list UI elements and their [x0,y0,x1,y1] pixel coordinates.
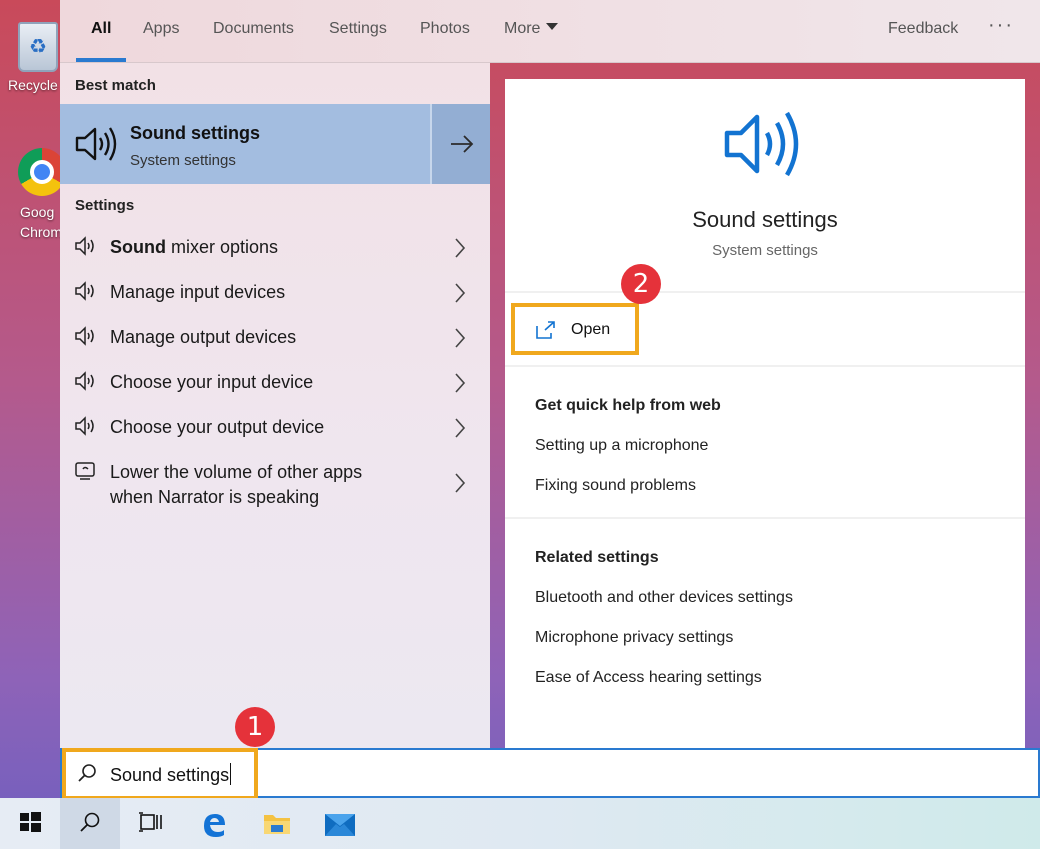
tab-all[interactable]: All [91,20,111,38]
chevron-right-icon [455,418,466,438]
tab-settings[interactable]: Settings [329,20,387,38]
preview-subtitle: System settings [712,242,818,259]
task-view-icon [139,812,162,832]
file-explorer-icon [264,815,290,834]
tab-photos[interactable]: Photos [420,20,470,38]
result-label: Choose your input device [110,372,314,392]
edge-button[interactable] [182,798,242,849]
chevron-right-icon [455,238,466,258]
open-in-preview-button[interactable] [430,104,490,184]
speaker-icon [75,371,94,391]
help-link-microphone[interactable]: Setting up a microphone [535,437,708,455]
preview-actions: Open [505,295,1025,367]
active-tab-indicator [76,58,126,62]
taskbar-search-button[interactable] [60,798,120,849]
start-icon [20,812,41,832]
chevron-right-icon [455,373,466,393]
result-sound-mixer-options[interactable]: Sound mixer options [60,226,490,268]
result-label-line1: Lower the volume of other apps [110,462,363,482]
result-label: Sound mixer options [110,235,278,260]
search-tabs-bar: All Apps Documents Settings Photos More … [60,0,1040,63]
result-choose-input-device[interactable]: Choose your input device [60,361,490,403]
settings-heading: Settings [75,197,135,214]
help-link-sound-problems[interactable]: Fixing sound problems [535,477,696,495]
taskbar [0,798,1040,849]
file-explorer-button[interactable] [244,798,304,849]
result-label-line2: when Narrator is speaking [110,487,320,507]
open-external-icon [536,321,555,339]
chevron-down-icon [546,23,559,30]
result-manage-input-devices[interactable]: Manage input devices [60,271,490,313]
chevron-right-icon [455,473,466,493]
speaker-icon [75,416,94,436]
speaker-icon [75,236,94,256]
result-choose-output-device[interactable]: Choose your output device [60,406,490,448]
step-badge-2: 2 [621,264,661,304]
recycle-bin-icon [18,22,58,72]
chevron-right-icon [455,328,466,348]
result-lower-volume-narrator[interactable]: Lower the volume of other apps when Narr… [60,451,490,513]
mail-button[interactable] [306,798,366,849]
best-match-title: Sound settings [130,123,260,143]
desktop-icon-label: Recycle [8,77,58,93]
mail-icon [325,814,355,836]
quick-help-heading: Get quick help from web [535,397,721,414]
result-label: Manage output devices [110,327,297,347]
related-settings-heading: Related settings [535,549,659,566]
preview-pane: Sound settings System settings Open Get … [505,79,1025,749]
best-match-result[interactable]: Sound settings System settings [60,104,490,184]
related-link-bluetooth[interactable]: Bluetooth and other devices settings [535,589,793,607]
best-match-subtitle: System settings [130,152,236,169]
results-list: Best match Sound settings System setting… [60,63,490,749]
search-box[interactable]: Sound settings [60,748,1040,800]
result-label-rest: mixer options [166,237,279,257]
speaker-icon [75,281,94,301]
desktop-icon-chrome[interactable]: Goog Chrom [0,146,66,242]
tab-more[interactable]: More [504,20,559,38]
desktop-icon-label-line1: Goog [20,204,55,220]
speaker-icon [75,127,117,161]
tab-apps[interactable]: Apps [143,20,179,38]
speaker-icon [75,326,94,346]
search-panel: All Apps Documents Settings Photos More … [60,0,1040,798]
best-match-heading: Best match [75,77,156,94]
chevron-right-icon [455,283,466,303]
result-label-bold: Sound [110,237,166,257]
step-badge-1: 1 [235,707,275,747]
more-options-button[interactable]: ··· [988,14,1014,37]
chrome-icon [18,148,66,196]
related-link-hearing[interactable]: Ease of Access hearing settings [535,669,762,687]
open-button[interactable]: Open [511,303,639,355]
preview-header: Sound settings System settings [505,79,1025,293]
result-label: Manage input devices [110,282,286,302]
start-button[interactable] [0,798,60,849]
edge-icon [204,814,225,837]
quick-help-section: Get quick help from web Setting up a mic… [505,369,1025,519]
task-view-button[interactable] [120,798,180,849]
arrow-right-icon [451,135,474,153]
related-link-microphone-privacy[interactable]: Microphone privacy settings [535,629,733,647]
result-label: Choose your output device [110,417,325,437]
narrator-icon [75,462,95,480]
feedback-button[interactable]: Feedback [888,20,958,38]
open-button-label: Open [571,321,611,338]
search-icon [80,812,100,832]
result-label: Lower the volume of other apps when Narr… [110,460,362,510]
tab-documents[interactable]: Documents [213,20,294,38]
preview-title: Sound settings [692,207,838,232]
best-match-main[interactable]: Sound settings System settings [60,104,428,184]
result-manage-output-devices[interactable]: Manage output devices [60,316,490,358]
desktop-icon-label-line2: Chrom [20,224,63,240]
search-highlight-box [62,748,258,800]
tab-more-label: More [504,20,541,37]
speaker-icon [724,111,799,177]
desktop-icon-recycle-bin[interactable]: Recycle [0,18,60,94]
